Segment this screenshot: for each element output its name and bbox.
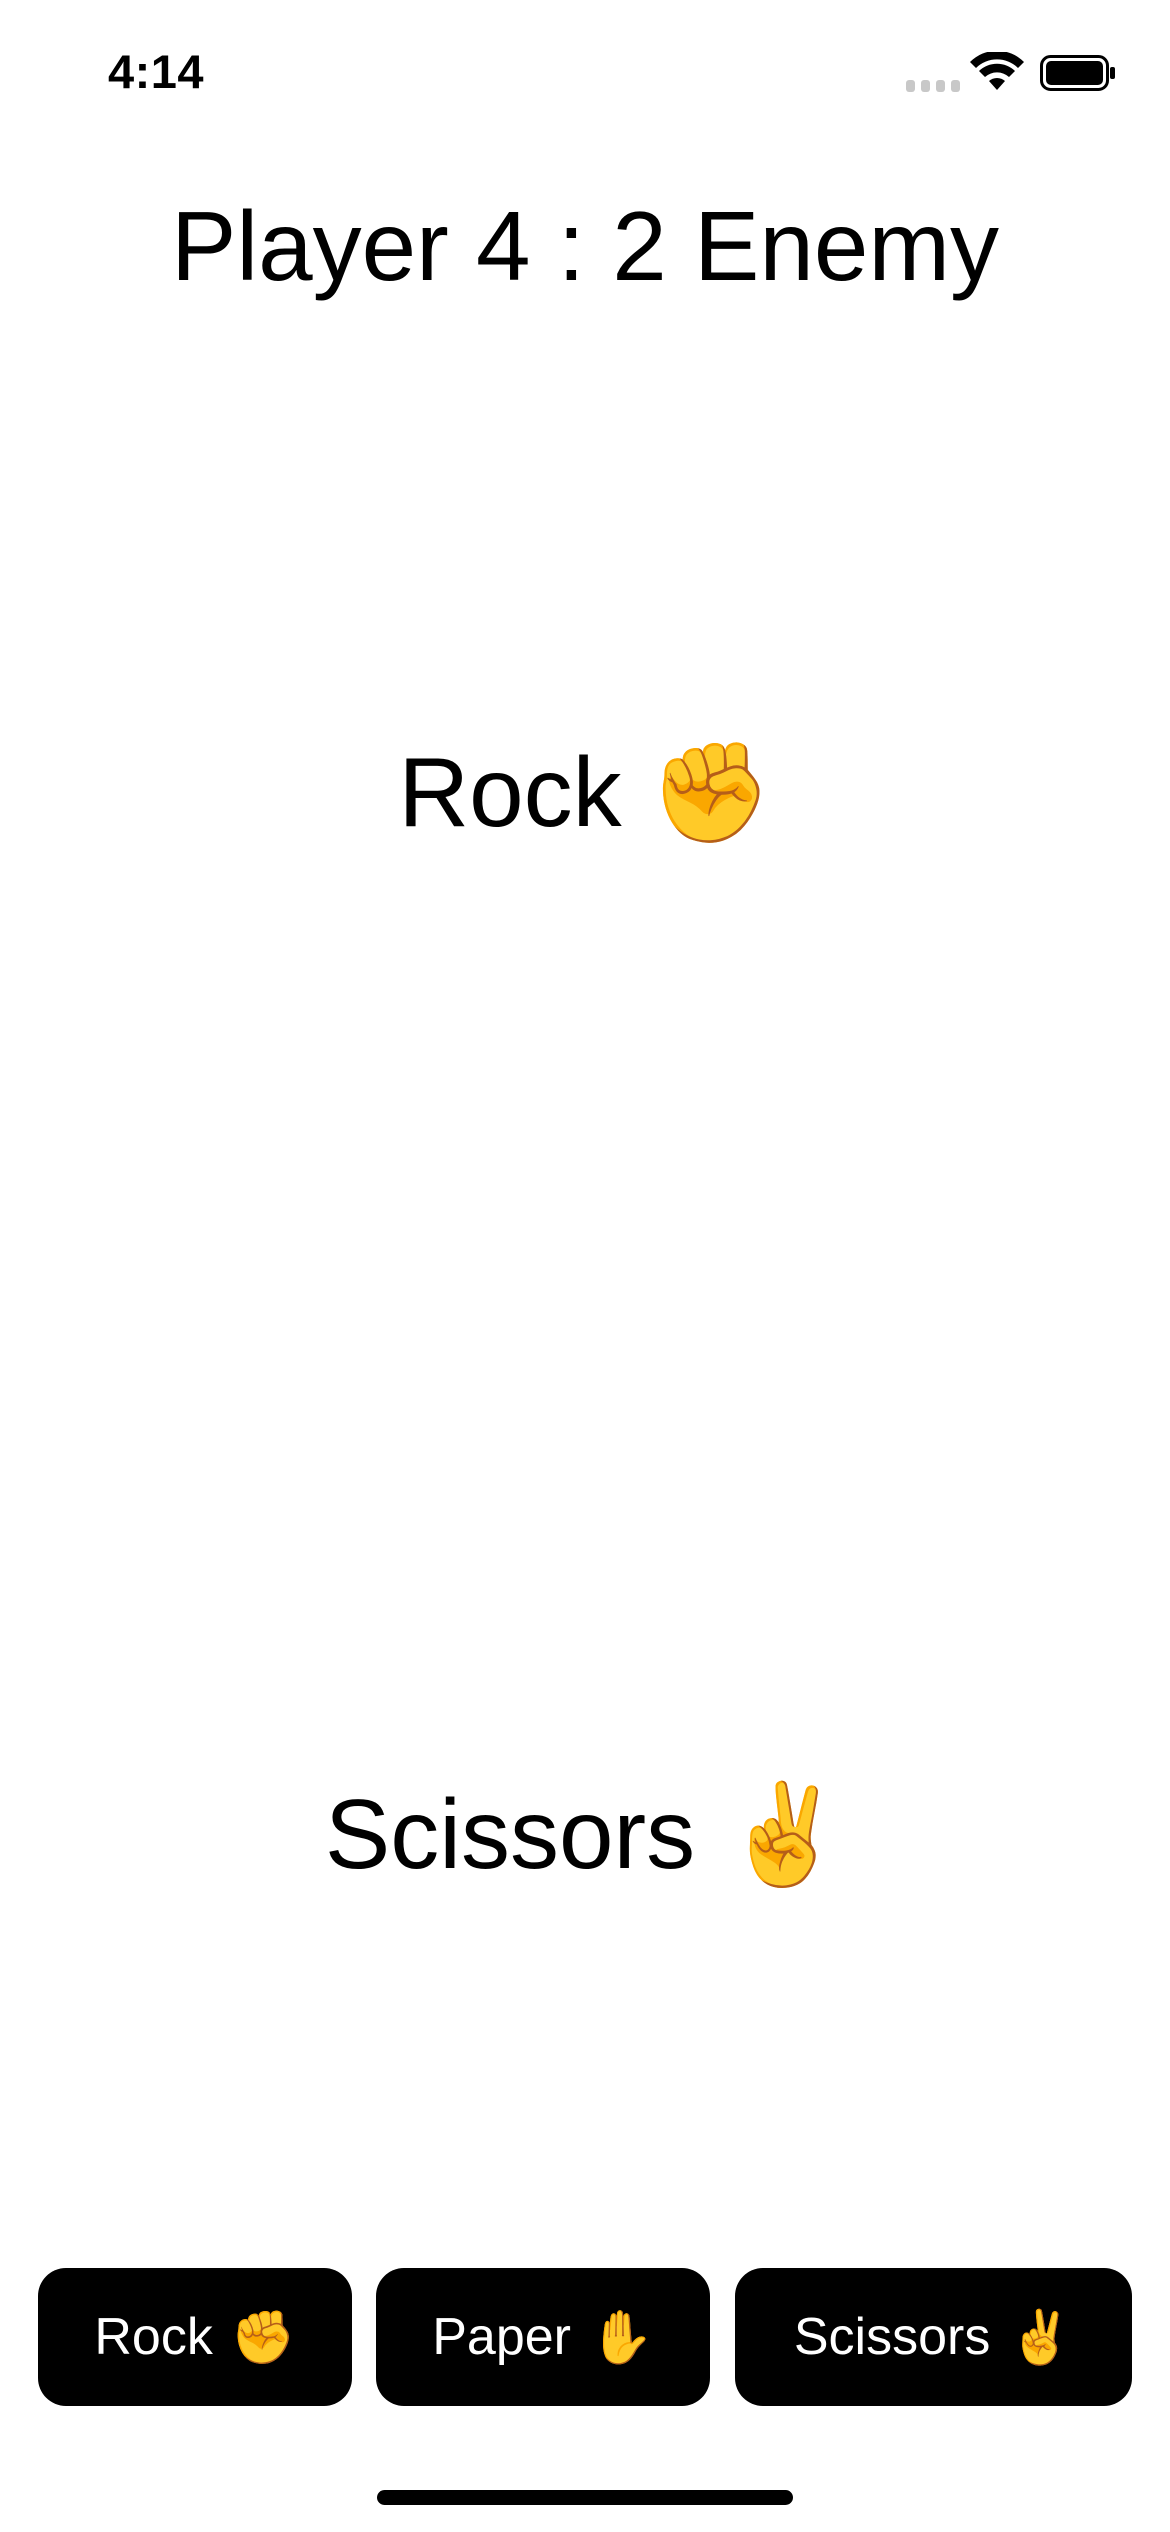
- status-bar: 4:14: [0, 0, 1170, 140]
- battery-full-icon: [1040, 55, 1115, 91]
- rock-button[interactable]: Rock ✊: [38, 2268, 352, 2406]
- scissors-button[interactable]: Scissors ✌️: [735, 2268, 1132, 2406]
- victory-hand-icon: ✌️: [723, 1777, 846, 1892]
- score-title: Player 4 : 2 Enemy: [171, 191, 999, 301]
- victory-hand-icon: ✌️: [1008, 2307, 1074, 2368]
- scissors-button-label: Scissors: [793, 2308, 991, 2366]
- raised-hand-icon: ✋: [589, 2307, 654, 2368]
- paper-button[interactable]: Paper ✋: [376, 2268, 710, 2406]
- fist-icon: ✊: [230, 2307, 296, 2368]
- player-choice-label: Scissors: [324, 1778, 696, 1889]
- home-indicator[interactable]: [377, 2490, 793, 2505]
- status-time: 4:14: [108, 45, 205, 98]
- enemy-choice: Rock ✊: [0, 728, 1170, 850]
- paper-button-label: Paper: [432, 2308, 571, 2366]
- fist-icon: ✊: [649, 735, 772, 850]
- choice-buttons: Rock ✊ Paper ✋ Scissors ✌️: [38, 2268, 1132, 2406]
- player-choice: Scissors ✌️: [0, 1770, 1170, 1892]
- enemy-choice-label: Rock: [398, 736, 622, 847]
- cellular-signal-icon: [906, 80, 960, 92]
- wifi-icon: [970, 52, 1024, 90]
- rock-button-label: Rock: [94, 2308, 213, 2366]
